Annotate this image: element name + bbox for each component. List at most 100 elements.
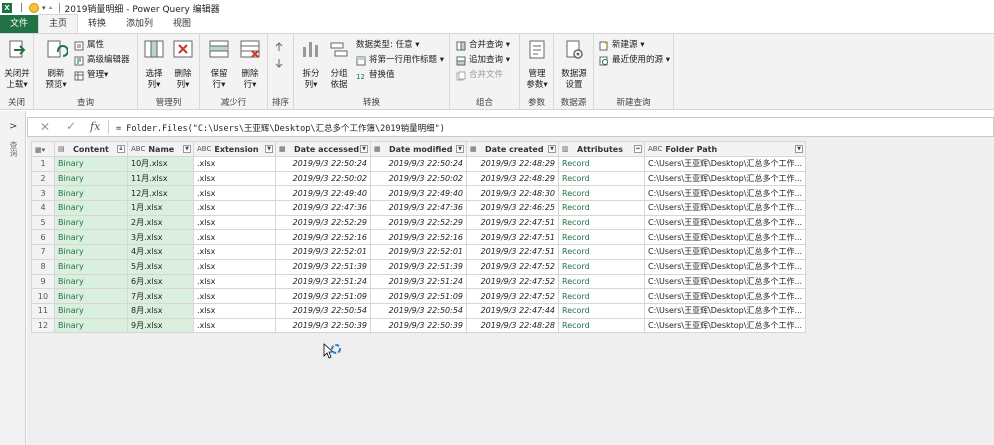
fx-icon[interactable]: fx — [90, 120, 100, 133]
properties-button[interactable]: 属性 — [74, 39, 104, 52]
col-header-name[interactable]: ABC Name ▼ — [127, 141, 194, 157]
table-row[interactable]: 6 Binary 3月.xlsx .xlsx 2019/9/3 22:52:16 2019… — [31, 229, 807, 246]
sort-ascending-button[interactable] — [274, 40, 287, 53]
customize-toolbar-icon[interactable]: ⩡ — [49, 4, 53, 13]
split-column-button[interactable]: 拆分 列▾ — [298, 38, 324, 91]
datetime-type-icon[interactable]: ▦ — [470, 145, 482, 153]
table-row[interactable]: 1 Binary 10月.xlsx .xlsx 2019/9/3 22:50:24 201… — [31, 156, 807, 172]
cancel-formula-icon[interactable]: ✕ — [40, 120, 50, 134]
attributes-cell[interactable]: Record — [558, 317, 645, 334]
combine-files-button[interactable]: 合并文件 — [456, 69, 503, 82]
table-row[interactable]: 3 Binary 12月.xlsx .xlsx 2019/9/3 22:49:40 201… — [31, 185, 807, 202]
new-source-button[interactable]: 新建源 ▾ — [599, 39, 644, 52]
text-type-icon[interactable]: ABC — [197, 145, 211, 153]
close-and-load-button[interactable]: 关闭并 上载▾ — [3, 38, 31, 91]
attributes-cell[interactable]: Record — [558, 244, 645, 260]
remove-rows-button[interactable]: 删除 行▾ — [236, 38, 264, 91]
content-cell[interactable]: Binary — [54, 317, 128, 334]
binary-type-icon[interactable]: ▤ — [58, 145, 70, 153]
manage-parameters-button[interactable]: 管理 参数▾ — [523, 38, 551, 91]
attributes-cell[interactable]: Record — [558, 185, 645, 202]
sort-descending-button[interactable] — [274, 56, 287, 69]
content-cell[interactable]: Binary — [54, 229, 128, 246]
filter-dropdown-icon[interactable]: ▼ — [548, 145, 556, 153]
formula-input[interactable]: = Folder.Files("C:\Users\王亚辉\Desktop\汇总多… — [116, 122, 445, 134]
col-header-attributes[interactable]: ▥ Attributes ⇔ — [558, 141, 645, 157]
choose-columns-button[interactable]: 选择 列▾ — [141, 38, 167, 91]
attributes-cell[interactable]: Record — [558, 258, 645, 275]
text-type-icon[interactable]: ABC — [648, 145, 662, 153]
content-cell[interactable]: Binary — [54, 200, 128, 216]
smiley-feedback-icon[interactable] — [29, 3, 40, 13]
record-type-icon[interactable]: ▥ — [562, 145, 574, 153]
queries-pane-collapsed[interactable]: > 查询 — [0, 111, 26, 445]
table-menu-button[interactable]: ▦▾ — [31, 141, 55, 157]
text-type-icon[interactable]: ABC — [131, 145, 145, 153]
col-header-extension[interactable]: ABC Extension ▼ — [193, 141, 276, 157]
refresh-preview-button[interactable]: 刷新 预览▾ — [42, 38, 70, 91]
attributes-cell[interactable]: Record — [558, 156, 645, 172]
filter-dropdown-icon[interactable]: ▼ — [183, 145, 191, 153]
content-cell[interactable]: Binary — [54, 288, 128, 304]
manage-button[interactable]: 管理▾ — [74, 69, 108, 82]
attributes-cell[interactable]: Record — [558, 214, 645, 231]
attributes-cell[interactable]: Record — [558, 229, 645, 246]
table-row[interactable]: 5 Binary 2月.xlsx .xlsx 2019/9/3 22:52:29 2019… — [31, 214, 807, 231]
tab-view[interactable]: 视图 — [163, 15, 201, 33]
confirm-formula-icon[interactable]: ✓ — [66, 119, 76, 133]
data-source-settings-button[interactable]: 数据源 设置 — [558, 38, 590, 91]
filter-dropdown-icon[interactable]: ▼ — [360, 145, 368, 153]
expand-record-icon[interactable]: ⇔ — [634, 145, 642, 153]
replace-values-button[interactable]: 12 替换值 — [356, 69, 395, 82]
attributes-cell[interactable]: Record — [558, 200, 645, 216]
table-row[interactable]: 7 Binary 4月.xlsx .xlsx 2019/9/3 22:52:01 2019… — [31, 244, 807, 260]
table-row[interactable]: 9 Binary 6月.xlsx .xlsx 2019/9/3 22:51:24 2019… — [31, 273, 807, 290]
use-first-row-headers-button[interactable]: 将第一行用作标题 ▾ — [356, 54, 444, 67]
content-cell[interactable]: Binary — [54, 258, 128, 275]
tab-add-column[interactable]: 添加列 — [116, 15, 163, 33]
table-row[interactable]: 12 Binary 9月.xlsx .xlsx 2019/9/3 22:50:39 201… — [31, 317, 807, 334]
expand-binary-icon[interactable]: ⇊ — [117, 145, 125, 153]
append-queries-button[interactable]: 追加查询 ▾ — [456, 54, 510, 67]
datetime-type-icon[interactable]: ▦ — [374, 145, 386, 153]
datetime-type-icon[interactable]: ▦ — [279, 145, 291, 153]
group-by-icon — [330, 42, 348, 57]
col-header-content[interactable]: ▤ Content ⇊ — [54, 141, 128, 157]
filter-dropdown-icon[interactable]: ▼ — [795, 145, 804, 153]
content-cell[interactable]: Binary — [54, 214, 128, 231]
col-header-date-modified[interactable]: ▦ Date modified ▼ — [370, 141, 467, 157]
table-row[interactable]: 11 Binary 8月.xlsx .xlsx 2019/9/3 22:50:54 201… — [31, 302, 807, 319]
col-header-date-created[interactable]: ▦ Date created ▼ — [466, 141, 559, 157]
attributes-cell[interactable]: Record — [558, 288, 645, 304]
table-row[interactable]: 2 Binary 11月.xlsx .xlsx 2019/9/3 22:50:02 201… — [31, 170, 807, 187]
refresh-icon — [47, 40, 69, 58]
attributes-cell[interactable]: Record — [558, 170, 645, 187]
content-cell[interactable]: Binary — [54, 244, 128, 260]
group-by-button[interactable]: 分组 依据 — [326, 38, 352, 91]
advanced-editor-button[interactable]: 高级编辑器 — [74, 54, 130, 67]
tab-transform[interactable]: 转换 — [78, 15, 116, 33]
remove-columns-button[interactable]: 删除 列▾ — [170, 38, 196, 91]
table-row[interactable]: 8 Binary 5月.xlsx .xlsx 2019/9/3 22:51:39 2019… — [31, 258, 807, 275]
attributes-cell[interactable]: Record — [558, 302, 645, 319]
data-type-dropdown[interactable]: 数据类型: 任意 ▾ — [356, 39, 420, 52]
filter-dropdown-icon[interactable]: ▼ — [456, 145, 464, 153]
keep-rows-button[interactable]: 保留 行▾ — [205, 38, 233, 91]
table-row[interactable]: 10 Binary 7月.xlsx .xlsx 2019/9/3 22:51:09 201… — [31, 288, 807, 304]
chevron-right-icon[interactable]: > — [9, 121, 17, 132]
recent-sources-button[interactable]: 最近使用的源 ▾ — [599, 54, 670, 67]
tab-file[interactable]: 文件 — [0, 15, 38, 33]
content-cell[interactable]: Binary — [54, 185, 128, 202]
table-row[interactable]: 4 Binary 1月.xlsx .xlsx 2019/9/3 22:47:36 2019… — [31, 200, 807, 216]
merge-queries-button[interactable]: 合并查询 ▾ — [456, 39, 510, 52]
content-cell[interactable]: Binary — [54, 302, 128, 319]
content-cell[interactable]: Binary — [54, 170, 128, 187]
content-cell[interactable]: Binary — [54, 273, 128, 290]
col-header-date-accessed[interactable]: ▦ Date accessed ▼ — [275, 141, 371, 157]
tab-home[interactable]: 主页 — [38, 14, 79, 33]
content-cell[interactable]: Binary — [54, 156, 128, 172]
chevron-down-icon[interactable]: ▾ — [42, 4, 46, 12]
filter-dropdown-icon[interactable]: ▼ — [265, 145, 273, 153]
col-header-folder-path[interactable]: ABC Folder Path ▼ — [643, 141, 807, 157]
attributes-cell[interactable]: Record — [558, 273, 645, 290]
